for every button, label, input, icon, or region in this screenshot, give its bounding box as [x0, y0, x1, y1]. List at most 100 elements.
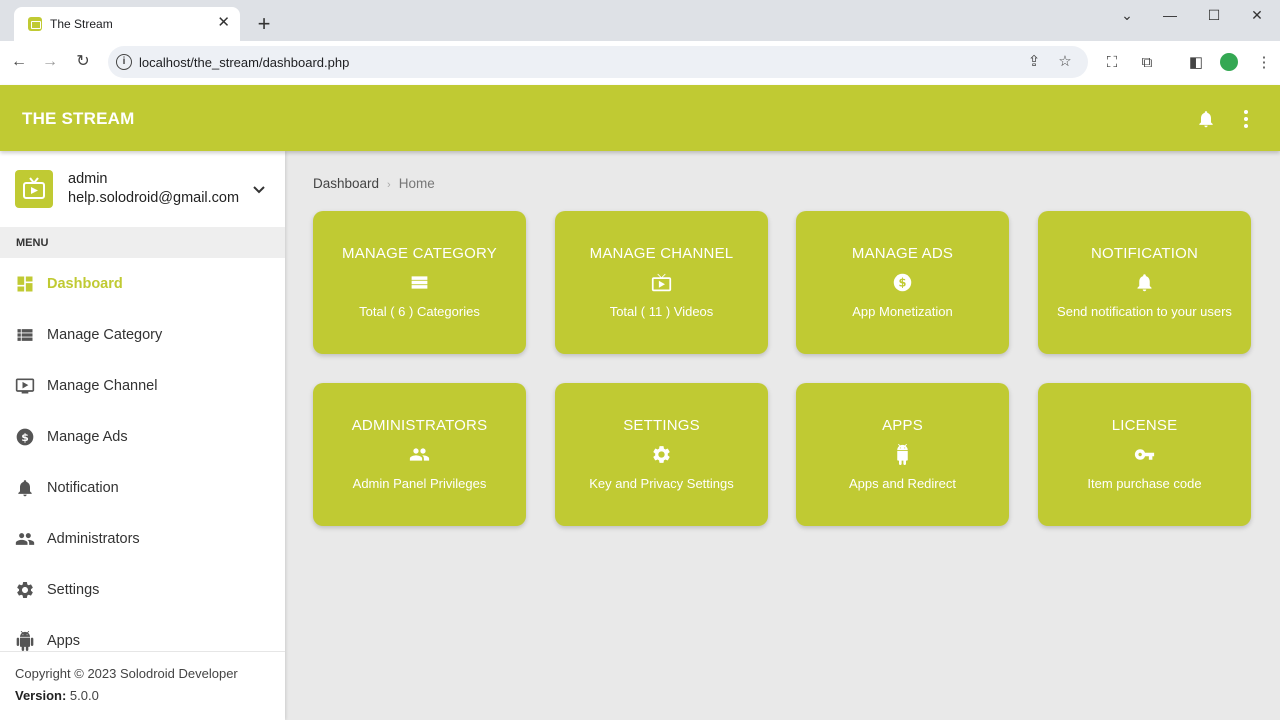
- share-icon[interactable]: ⇪: [1025, 53, 1043, 71]
- maximize-button[interactable]: ☐: [1204, 6, 1224, 26]
- sidebar-item-settings[interactable]: Settings: [0, 564, 285, 615]
- app-title[interactable]: THE STREAM: [22, 109, 135, 129]
- tab-strip: The Stream ✕ + ⌄ — ☐ ✕: [0, 0, 1280, 41]
- card-subtitle: Admin Panel Privileges: [352, 476, 487, 491]
- card-settings[interactable]: SETTINGS Key and Privacy Settings: [555, 383, 768, 526]
- card-subtitle: Key and Privacy Settings: [589, 476, 734, 491]
- list-icon: [411, 276, 428, 289]
- sidebar-item-label: Administrators: [47, 531, 140, 547]
- version-label: Version:: [15, 688, 67, 703]
- info-icon[interactable]: i: [116, 54, 132, 70]
- card-license[interactable]: LICENSE Item purchase code: [1038, 383, 1251, 526]
- card-notification[interactable]: NOTIFICATION Send notification to your u…: [1038, 211, 1251, 354]
- side-panel-icon[interactable]: ◧: [1186, 53, 1206, 73]
- gear-icon: [653, 446, 670, 463]
- card-administrators[interactable]: ADMINISTRATORS Admin Panel Privileges: [313, 383, 526, 526]
- browser-tab[interactable]: The Stream ✕: [14, 7, 240, 41]
- android-icon: [16, 631, 34, 651]
- card-manage-channel[interactable]: MANAGE CHANNEL Total ( 11 ) Videos: [555, 211, 768, 354]
- url-text[interactable]: localhost/the_stream/dashboard.php: [139, 55, 349, 70]
- sidebar-item-label: Manage Channel: [47, 378, 158, 394]
- tv-icon: [15, 378, 35, 394]
- dashboard-icon: [17, 276, 33, 292]
- sidebar-item-label: Apps: [47, 633, 81, 649]
- copyright-text: Copyright © 2023 Solodroid Developer: [15, 666, 238, 681]
- browser-menu-icon[interactable]: ⋮: [1254, 53, 1274, 73]
- tab-title: The Stream: [50, 17, 113, 31]
- card-subtitle: Send notification to your users: [1057, 304, 1232, 319]
- breadcrumb-home: Home: [398, 176, 435, 191]
- card-subtitle: Total ( 11 ) Videos: [609, 304, 714, 319]
- bell-icon: [18, 480, 32, 497]
- sidebar-item-label: Settings: [47, 582, 100, 598]
- tv-logo-icon: [23, 177, 45, 199]
- card-subtitle: App Monetization: [852, 304, 953, 319]
- list-icon: [17, 329, 33, 341]
- user-email: help.solodroid@gmail.com: [68, 190, 240, 206]
- card-subtitle: Total ( 6 ) Categories: [359, 304, 480, 319]
- people-icon: [15, 533, 35, 545]
- user-name: admin: [68, 171, 108, 187]
- screenshot-icon[interactable]: ⛶: [1102, 53, 1122, 73]
- breadcrumb-separator-icon: ›: [387, 179, 391, 191]
- sidebar-item-label: Notification: [47, 480, 119, 496]
- sidebar-item-notification[interactable]: Notification: [0, 462, 285, 513]
- sidebar-item-label: Manage Category: [47, 327, 163, 343]
- forward-button[interactable]: →: [40, 52, 60, 72]
- main-content: Dashboard › Home MANAGE CATEGORY Total ( 6…: [285, 151, 1280, 720]
- tab-search-icon[interactable]: ⌄: [1117, 6, 1137, 26]
- people-icon: [409, 448, 430, 461]
- close-tab-icon[interactable]: ✕: [217, 14, 230, 32]
- app-header: THE STREAM: [0, 85, 1280, 151]
- card-manage-ads[interactable]: MANAGE ADS $ App Monetization: [796, 211, 1009, 354]
- sidebar-item-label: Dashboard: [47, 276, 123, 292]
- card-subtitle: Item purchase code: [1087, 476, 1202, 491]
- gear-icon: [17, 582, 33, 598]
- breadcrumb-dashboard[interactable]: Dashboard: [313, 176, 379, 191]
- version-text: Version: 5.0.0: [15, 688, 99, 703]
- new-tab-button[interactable]: +: [252, 13, 276, 37]
- close-window-button[interactable]: ✕: [1247, 6, 1267, 26]
- sidebar-item-manage-ads[interactable]: $ Manage Ads: [0, 411, 285, 462]
- key-icon: [1134, 449, 1155, 460]
- more-vert-icon[interactable]: [1238, 109, 1254, 129]
- card-manage-category[interactable]: MANAGE CATEGORY Total ( 6 ) Categories: [313, 211, 526, 354]
- back-button[interactable]: ←: [9, 52, 29, 72]
- card-title: NOTIFICATION: [1090, 245, 1199, 262]
- extensions-icon[interactable]: ⧉: [1137, 53, 1157, 73]
- minimize-button[interactable]: —: [1160, 6, 1180, 26]
- notification-bell-icon[interactable]: [1196, 109, 1216, 129]
- browser-window: The Stream ✕ + ⌄ — ☐ ✕ ← → ↻ i localhost…: [0, 0, 1280, 720]
- bell-icon: [1137, 274, 1152, 292]
- breadcrumb: Dashboard › Home: [313, 176, 435, 191]
- card-title: SETTINGS: [623, 417, 700, 434]
- card-apps[interactable]: APPS Apps and Redirect: [796, 383, 1009, 526]
- sidebar: admin help.solodroid@gmail.com MENU Dash…: [0, 151, 285, 720]
- svg-text:$: $: [21, 431, 29, 444]
- sidebar-footer: Copyright © 2023 Solodroid Developer Ver…: [0, 651, 285, 720]
- sidebar-item-label: Manage Ads: [47, 429, 128, 445]
- sidebar-item-administrators[interactable]: Administrators: [0, 513, 285, 564]
- user-info: admin help.solodroid@gmail.com: [0, 151, 285, 227]
- card-title: LICENSE: [1111, 417, 1178, 434]
- profile-avatar[interactable]: [1220, 53, 1238, 71]
- tv-favicon-icon: [28, 17, 42, 31]
- sidebar-item-manage-channel[interactable]: Manage Channel: [0, 360, 285, 411]
- reload-button[interactable]: ↻: [73, 52, 93, 72]
- sidebar-item-manage-category[interactable]: Manage Category: [0, 309, 285, 360]
- card-title: MANAGE CHANNEL: [589, 245, 734, 262]
- address-bar[interactable]: i localhost/the_stream/dashboard.php ⇪ ☆: [108, 46, 1088, 78]
- version-value: 5.0.0: [69, 688, 99, 703]
- avatar[interactable]: [15, 170, 53, 208]
- card-subtitle: Apps and Redirect: [849, 476, 956, 491]
- card-title: ADMINISTRATORS: [351, 417, 488, 434]
- chevron-down-icon[interactable]: [252, 185, 266, 195]
- menu-header: MENU: [0, 227, 285, 258]
- card-title: APPS: [882, 417, 923, 434]
- card-title: MANAGE ADS: [851, 245, 954, 262]
- sidebar-item-dashboard[interactable]: Dashboard: [0, 258, 285, 309]
- dollar-icon: $: [893, 273, 912, 292]
- browser-toolbar: ← → ↻ i localhost/the_stream/dashboard.p…: [0, 41, 1280, 85]
- star-icon[interactable]: ☆: [1056, 53, 1074, 71]
- svg-text:$: $: [899, 275, 907, 289]
